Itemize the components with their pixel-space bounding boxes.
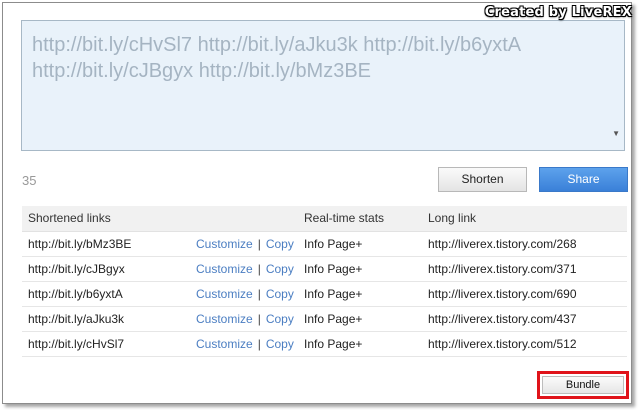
long-link-cell[interactable]: http://liverex.tistory.com/268 (422, 231, 627, 256)
short-link-cell: http://bit.ly/b6yxtA Customize | Copy (22, 281, 298, 306)
table-row: http://bit.ly/aJku3k Customize | Copy Info P… (22, 306, 627, 331)
header-realtime-stats: Real-time stats (298, 206, 422, 232)
table-header-row: Shortened links Real-time stats Long lin… (22, 206, 627, 232)
action-separator: | (257, 261, 261, 276)
short-link[interactable]: http://bit.ly/aJku3k (28, 312, 196, 326)
copy-link[interactable]: Copy (266, 287, 294, 301)
character-count: 35 (22, 173, 37, 188)
short-link-cell: http://bit.ly/cHvSl7 Customize | Copy (22, 331, 298, 356)
customize-link[interactable]: Customize (196, 337, 253, 351)
shortened-links-table: Shortened links Real-time stats Long lin… (22, 206, 627, 357)
input-line-2: http://bit.ly/cJBgyx http://bit.ly/bMz3B… (32, 60, 372, 82)
long-link-cell[interactable]: http://liverex.tistory.com/690 (422, 281, 627, 306)
bundle-highlight: Bundle (537, 371, 629, 399)
action-separator: | (257, 336, 261, 351)
short-link[interactable]: http://bit.ly/b6yxtA (28, 287, 196, 301)
action-separator: | (257, 311, 261, 326)
customize-link[interactable]: Customize (196, 287, 253, 301)
copy-link[interactable]: Copy (266, 262, 294, 276)
url-input-area[interactable]: http://bit.ly/cHvSl7 http://bit.ly/aJku3… (21, 20, 625, 151)
bundle-button[interactable]: Bundle (542, 376, 624, 394)
short-link-cell: http://bit.ly/cJBgyx Customize | Copy (22, 256, 298, 281)
long-link-cell[interactable]: http://liverex.tistory.com/371 (422, 256, 627, 281)
watermark-text: Created by LiveREX (484, 5, 632, 20)
table-row: http://bit.ly/bMz3BE Customize | Copy Info P… (22, 231, 627, 256)
scroll-down-arrow-icon[interactable]: ▼ (612, 121, 620, 147)
stats-cell[interactable]: Info Page+ (298, 281, 422, 306)
stats-cell[interactable]: Info Page+ (298, 256, 422, 281)
copy-link[interactable]: Copy (266, 237, 294, 251)
long-link-cell[interactable]: http://liverex.tistory.com/512 (422, 331, 627, 356)
customize-link[interactable]: Customize (196, 262, 253, 276)
copy-link[interactable]: Copy (266, 312, 294, 326)
short-link-cell: http://bit.ly/bMz3BE Customize | Copy (22, 231, 298, 256)
customize-link[interactable]: Customize (196, 237, 253, 251)
short-link[interactable]: http://bit.ly/cHvSl7 (28, 337, 196, 351)
copy-link[interactable]: Copy (266, 337, 294, 351)
stats-cell[interactable]: Info Page+ (298, 331, 422, 356)
table-row: http://bit.ly/b6yxtA Customize | Copy Info P… (22, 281, 627, 306)
action-separator: | (257, 286, 261, 301)
header-long-link: Long link (422, 206, 627, 232)
action-separator: | (257, 236, 261, 251)
shorten-button[interactable]: Shorten (438, 167, 527, 192)
window-frame: http://bit.ly/cHvSl7 http://bit.ly/aJku3… (2, 2, 632, 404)
table-row: http://bit.ly/cHvSl7 Customize | Copy Info P… (22, 331, 627, 356)
short-link-cell: http://bit.ly/aJku3k Customize | Copy (22, 306, 298, 331)
input-line-1: http://bit.ly/cHvSl7 http://bit.ly/aJku3… (32, 34, 522, 56)
table-row: http://bit.ly/cJBgyx Customize | Copy Info P… (22, 256, 627, 281)
stats-cell[interactable]: Info Page+ (298, 231, 422, 256)
short-link[interactable]: http://bit.ly/cJBgyx (28, 262, 196, 276)
stats-cell[interactable]: Info Page+ (298, 306, 422, 331)
share-button[interactable]: Share (539, 167, 628, 192)
short-link[interactable]: http://bit.ly/bMz3BE (28, 237, 196, 251)
customize-link[interactable]: Customize (196, 312, 253, 326)
long-link-cell[interactable]: http://liverex.tistory.com/437 (422, 306, 627, 331)
header-shortened-links: Shortened links (22, 206, 298, 232)
